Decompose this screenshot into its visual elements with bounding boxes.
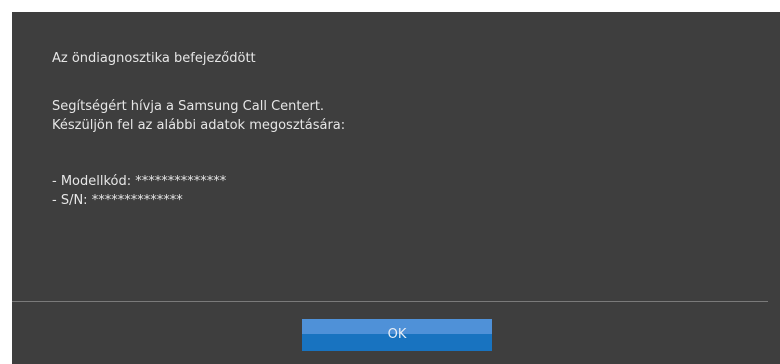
- serial-number-text: - S/N: **************: [52, 193, 183, 208]
- model-code-text: - Modellkód: **************: [52, 174, 227, 189]
- ok-button-label: OK: [387, 327, 407, 342]
- dialog-title: Az öndiagnosztika befejeződött: [52, 51, 256, 66]
- help-message-line-2: Készüljön fel az alábbi adatok megosztás…: [52, 118, 346, 133]
- self-diagnosis-dialog: Az öndiagnosztika befejeződött Segítségé…: [12, 12, 780, 364]
- dialog-divider: [12, 301, 768, 302]
- help-message-line-1: Segítségért hívja a Samsung Call Centert…: [52, 99, 325, 114]
- ok-button[interactable]: OK: [302, 319, 492, 351]
